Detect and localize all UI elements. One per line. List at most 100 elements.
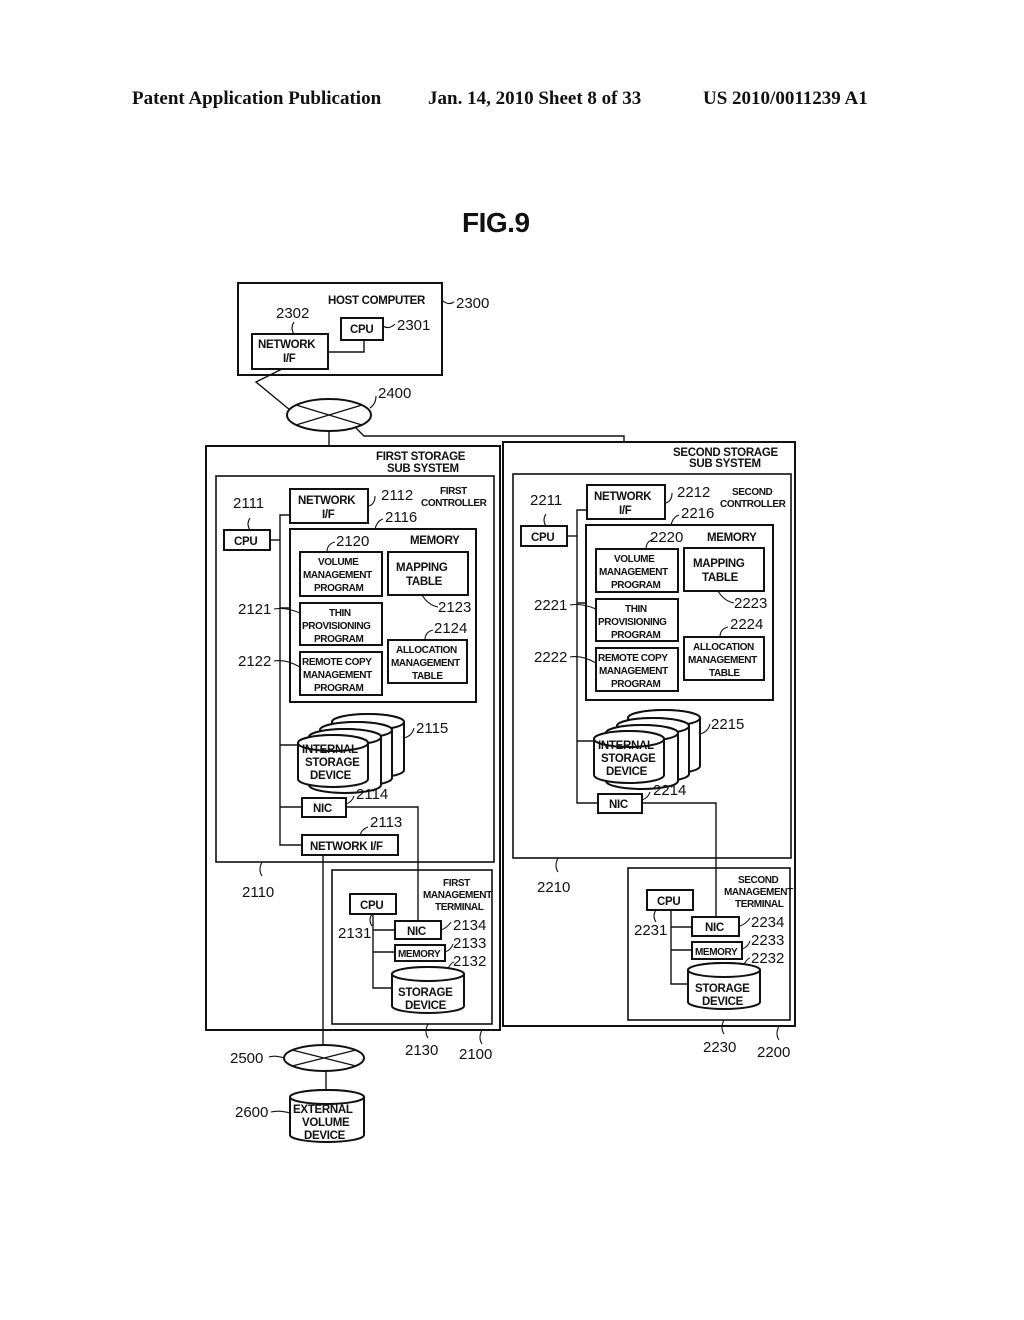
first-alloc-l2: MANAGEMENT	[391, 658, 460, 669]
first-vmp-l3: PROGRAM	[314, 583, 363, 594]
second-rcp-l3: PROGRAM	[611, 679, 660, 690]
second-controller-title-2: CONTROLLER	[720, 499, 787, 510]
second-vmp-l2: MANAGEMENT	[599, 567, 668, 578]
ref-2212: 2212	[677, 484, 710, 501]
ref-2113: 2113	[370, 814, 402, 831]
second-rcp-l1: REMOTE COPY	[598, 653, 668, 664]
first-terminal-title-2: MANAGEMENT	[423, 890, 492, 901]
network-2400: 2400	[286, 385, 411, 432]
first-terminal-storage-device: STORAGE DEVICE	[391, 966, 465, 1014]
host-nif-label-1: NETWORK	[258, 339, 316, 351]
second-tpp-l3: PROGRAM	[611, 630, 660, 641]
second-terminal-cpu-label: CPU	[657, 896, 680, 908]
ref-2215: 2215	[711, 716, 744, 733]
second-vmp-l3: PROGRAM	[611, 580, 660, 591]
ref-2133: 2133	[453, 935, 486, 952]
ref-2231: 2231	[634, 922, 667, 939]
ref-2220: 2220	[650, 529, 683, 546]
system-diagram: HOST COMPUTER 2300 CPU 2301 NETWORK I/F …	[205, 282, 796, 1143]
second-storage-title-2: SUB SYSTEM	[689, 458, 761, 470]
first-alloc-l1: ALLOCATION	[396, 645, 457, 656]
second-map-l1: MAPPING	[693, 558, 745, 570]
first-rcp-l2: MANAGEMENT	[303, 670, 372, 681]
first-tpp-l1: THIN	[329, 608, 351, 619]
second-rcp-l2: MANAGEMENT	[599, 666, 668, 677]
second-nif-label-2: I/F	[619, 505, 632, 517]
first-storage-title-2: SUB SYSTEM	[387, 463, 459, 475]
first-rcp-l1: REMOTE COPY	[302, 657, 372, 668]
external-label-1: EXTERNAL	[293, 1104, 353, 1116]
ref-2230: 2230	[703, 1039, 736, 1056]
ref-2121: 2121	[238, 601, 271, 618]
second-terminal-storage-device: STORAGE DEVICE	[687, 962, 761, 1010]
ref-2132: 2132	[453, 953, 486, 970]
ref-2234: 2234	[751, 914, 784, 931]
first-cpu-label: CPU	[234, 536, 257, 548]
first-terminal-storage-l1: STORAGE	[398, 987, 453, 999]
first-terminal-cpu-label: CPU	[360, 900, 383, 912]
ref-2214: 2214	[653, 782, 686, 799]
first-isd-l3: DEVICE	[310, 770, 352, 782]
ref-2134: 2134	[453, 917, 486, 934]
second-terminal-title-3: TERMINAL	[735, 899, 784, 910]
first-vmp-l1: VOLUME	[318, 557, 359, 568]
second-alloc-l2: MANAGEMENT	[688, 655, 757, 666]
first-map-l2: TABLE	[406, 576, 443, 588]
ref-2200: 2200	[757, 1044, 790, 1061]
ref-2116: 2116	[385, 509, 417, 526]
host-computer: HOST COMPUTER 2300 CPU 2301 NETWORK I/F …	[237, 282, 489, 376]
first-memory-title: MEMORY	[410, 535, 460, 547]
second-memory-title: MEMORY	[707, 532, 757, 544]
second-alloc-l1: ALLOCATION	[693, 642, 754, 653]
first-rcp-l3: PROGRAM	[314, 683, 363, 694]
first-nic-label: NIC	[313, 803, 332, 815]
host-cpu-label: CPU	[350, 324, 373, 336]
second-terminal-title-2: MANAGEMENT	[724, 887, 793, 898]
ref-2115: 2115	[416, 720, 448, 737]
ref-2400: 2400	[378, 385, 411, 402]
external-label-2: VOLUME	[302, 1117, 350, 1129]
ref-2301: 2301	[397, 317, 430, 334]
ref-2111: 2111	[233, 495, 264, 512]
external-label-3: DEVICE	[304, 1130, 346, 1142]
ref-2110: 2110	[242, 884, 274, 901]
second-nic-label: NIC	[609, 799, 628, 811]
ref-2211: 2211	[530, 492, 562, 509]
ref-2222: 2222	[534, 649, 567, 666]
second-tpp-l1: THIN	[625, 604, 647, 615]
first-nif-label-2: I/F	[322, 509, 335, 521]
first-terminal-storage-l2: DEVICE	[405, 1000, 447, 1012]
second-terminal-memory-label: MEMORY	[695, 947, 738, 958]
second-terminal-nic-label: NIC	[705, 922, 724, 934]
ref-2123: 2123	[438, 599, 471, 616]
second-alloc-l3: TABLE	[709, 668, 740, 679]
second-isd-l3: DEVICE	[606, 766, 648, 778]
second-controller-title-1: SECOND	[732, 487, 773, 498]
ref-2216: 2216	[681, 505, 714, 522]
first-controller-title-1: FIRST	[440, 486, 467, 497]
second-terminal-storage-l2: DEVICE	[702, 996, 744, 1008]
second-terminal-storage-l1: STORAGE	[695, 983, 750, 995]
ref-2224: 2224	[730, 616, 763, 633]
first-tpp-l2: PROVISIONING	[302, 621, 371, 632]
ref-2124: 2124	[434, 620, 467, 637]
second-isd-l2: STORAGE	[601, 753, 656, 765]
ref-2300: 2300	[456, 295, 489, 312]
first-nif2-label: NETWORK I/F	[310, 841, 383, 853]
ref-2223: 2223	[734, 595, 767, 612]
external-volume-device: EXTERNAL VOLUME DEVICE 2600	[235, 1089, 365, 1143]
second-nif-label-1: NETWORK	[594, 491, 652, 503]
first-controller-title-2: CONTROLLER	[421, 498, 488, 509]
ref-2120: 2120	[336, 533, 369, 550]
host-computer-title: HOST COMPUTER	[328, 295, 426, 307]
ref-2600: 2600	[235, 1104, 268, 1121]
second-cpu-label: CPU	[531, 532, 554, 544]
first-storage-title-1: FIRST STORAGE	[376, 451, 466, 463]
ref-2100: 2100	[459, 1046, 492, 1063]
second-isd-l1: INTERNAL	[598, 740, 654, 752]
ref-2500: 2500	[230, 1050, 263, 1067]
ref-2221: 2221	[534, 597, 567, 614]
first-terminal-memory-label: MEMORY	[398, 949, 441, 960]
first-terminal-title-1: FIRST	[443, 878, 470, 889]
host-nif-label-2: I/F	[283, 353, 296, 365]
